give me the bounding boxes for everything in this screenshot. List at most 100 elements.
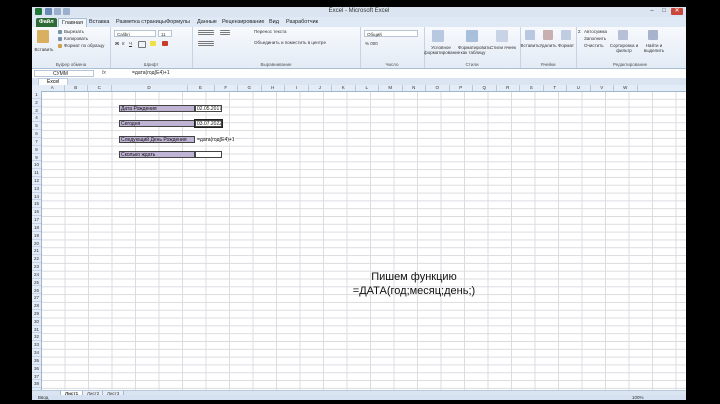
font-name-select[interactable]: Calibri	[114, 30, 156, 37]
column-header-d[interactable]: D	[112, 85, 188, 91]
formula-input[interactable]: =дата(год(E4)+1	[132, 70, 170, 77]
row-header-7[interactable]: 7	[32, 138, 41, 146]
row-header-17[interactable]: 17	[32, 216, 41, 224]
column-header-m[interactable]: M	[379, 85, 403, 91]
row-header-28[interactable]: 28	[32, 302, 41, 310]
row-header-15[interactable]: 15	[32, 200, 41, 209]
cut-button[interactable]: Вырезать	[64, 29, 84, 34]
column-header-f[interactable]: F	[215, 85, 238, 91]
row-header-34[interactable]: 34	[32, 349, 41, 357]
fill-color-icon[interactable]	[150, 41, 156, 46]
row-header-27[interactable]: 27	[32, 294, 41, 303]
row-header-31[interactable]: 31	[32, 326, 41, 334]
row-header-32[interactable]: 32	[32, 333, 41, 342]
tab-data[interactable]: Данные	[194, 18, 220, 27]
column-header-n[interactable]: N	[403, 85, 426, 91]
format-cells-button[interactable]: Формат	[556, 43, 576, 48]
column-header-o[interactable]: O	[426, 85, 450, 91]
row-header-33[interactable]: 33	[32, 341, 41, 350]
row-header-16[interactable]: 16	[32, 208, 41, 217]
cell-d4-label[interactable]: Сегодня	[119, 120, 195, 127]
align-top-icon[interactable]	[198, 30, 214, 35]
column-header-t[interactable]: T	[544, 85, 567, 91]
row-header-6[interactable]: 6	[32, 130, 41, 138]
column-header-s[interactable]: S	[520, 85, 544, 91]
row-header-29[interactable]: 29	[32, 310, 41, 318]
tab-view[interactable]: Вид	[266, 18, 282, 27]
autosum-button[interactable]: Автосумма	[584, 29, 607, 34]
column-header-w[interactable]: W	[614, 85, 638, 91]
row-header-11[interactable]: 11	[32, 169, 41, 177]
font-size-select[interactable]: 11	[158, 30, 172, 37]
sort-filter-button[interactable]: Сортировка и фильтр	[608, 43, 640, 53]
tab-formulas[interactable]: Формулы	[163, 18, 193, 27]
italic-icon[interactable]: К	[122, 41, 125, 46]
tab-developer[interactable]: Разработчик	[283, 18, 321, 27]
column-header-q[interactable]: Q	[473, 85, 497, 91]
column-header-h[interactable]: H	[262, 85, 285, 91]
delete-cells-button[interactable]: Удалить	[538, 43, 558, 48]
merge-center-button[interactable]: Объединить и поместить в центре	[254, 40, 326, 45]
column-header-u[interactable]: U	[567, 85, 591, 91]
borders-icon[interactable]	[138, 41, 146, 48]
name-box[interactable]: СУММ	[34, 70, 94, 77]
column-header-l[interactable]: L	[356, 85, 379, 91]
cell-e6-editing[interactable]: =дата(год(E4)+1	[195, 136, 235, 143]
tab-insert[interactable]: Вставка	[86, 18, 112, 27]
cell-d8-label[interactable]: Сколько ждать	[119, 151, 195, 158]
column-header-r[interactable]: R	[497, 85, 520, 91]
currency-icon[interactable]: % 000	[365, 41, 378, 46]
format-painter-button[interactable]: Формат по образцу	[64, 43, 104, 48]
column-header-k[interactable]: K	[332, 85, 356, 91]
insert-cells-button[interactable]: Вставить	[520, 43, 540, 48]
column-header-j[interactable]: J	[309, 85, 332, 91]
spreadsheet-grid[interactable]: ABCDEFGHIJKLMNOPQRSTUVW 1 2 3 4 5 6 7 8 9 10 11 12 1…	[32, 85, 686, 390]
row-header-14[interactable]: 14	[32, 193, 41, 201]
row-header-18[interactable]: 18	[32, 224, 41, 232]
cell-e8-value[interactable]	[195, 151, 222, 158]
row-header-3[interactable]: 3	[32, 107, 41, 115]
row-header-5[interactable]: 5	[32, 122, 41, 131]
fill-button[interactable]: Заполнить	[584, 36, 606, 41]
row-header-21[interactable]: 21	[32, 247, 41, 256]
underline-icon[interactable]: Ч	[129, 41, 132, 46]
row-header-26[interactable]: 26	[32, 287, 41, 295]
row-header-12[interactable]: 12	[32, 177, 41, 185]
paste-icon[interactable]	[37, 30, 49, 43]
row-header-19[interactable]: 19	[32, 232, 41, 240]
tab-file[interactable]: Файл	[36, 18, 57, 27]
cell-styles-button[interactable]: Стили ячеек	[490, 45, 516, 50]
find-select-button[interactable]: Найти и выделить	[640, 43, 668, 53]
minimize-icon[interactable]: –	[646, 8, 658, 15]
close-icon[interactable]: ✕	[671, 8, 683, 15]
row-header-24[interactable]: 24	[32, 271, 41, 279]
orientation-icon[interactable]	[220, 30, 230, 35]
cell-d2-label[interactable]: Дата Рождения	[119, 105, 195, 112]
column-header-p[interactable]: P	[450, 85, 473, 91]
column-header-i[interactable]: I	[285, 85, 309, 91]
row-header-37[interactable]: 37	[32, 373, 41, 381]
align-left-icon[interactable]	[198, 41, 214, 46]
row-header-9[interactable]: 9	[32, 154, 41, 162]
row-header-1[interactable]: 1	[32, 91, 41, 99]
column-header-c[interactable]: C	[88, 85, 112, 91]
row-header-13[interactable]: 13	[32, 185, 41, 193]
column-header-e[interactable]: E	[188, 85, 215, 91]
paste-button[interactable]: Вставить	[33, 47, 55, 52]
row-header-2[interactable]: 2	[32, 99, 41, 107]
tab-review[interactable]: Рецензирование	[219, 18, 267, 27]
maximize-icon[interactable]: □	[658, 8, 670, 15]
cell-d6-label[interactable]: Следующий День Рождения	[119, 136, 195, 143]
row-header-25[interactable]: 25	[32, 279, 41, 287]
column-header-g[interactable]: G	[238, 85, 262, 91]
tab-page-layout[interactable]: Разметка страницы	[113, 18, 169, 27]
cell-e2-value[interactable]: 02.05.2017	[195, 105, 222, 112]
column-header-b[interactable]: B	[65, 85, 88, 91]
row-header-20[interactable]: 20	[32, 240, 41, 248]
row-header-8[interactable]: 8	[32, 146, 41, 154]
zoom-level[interactable]: 100%	[632, 395, 644, 400]
number-format-select[interactable]: Общий	[364, 30, 418, 37]
row-header-10[interactable]: 10	[32, 161, 41, 170]
clear-button[interactable]: Очистить	[584, 43, 604, 48]
row-header-4[interactable]: 4	[32, 114, 41, 123]
